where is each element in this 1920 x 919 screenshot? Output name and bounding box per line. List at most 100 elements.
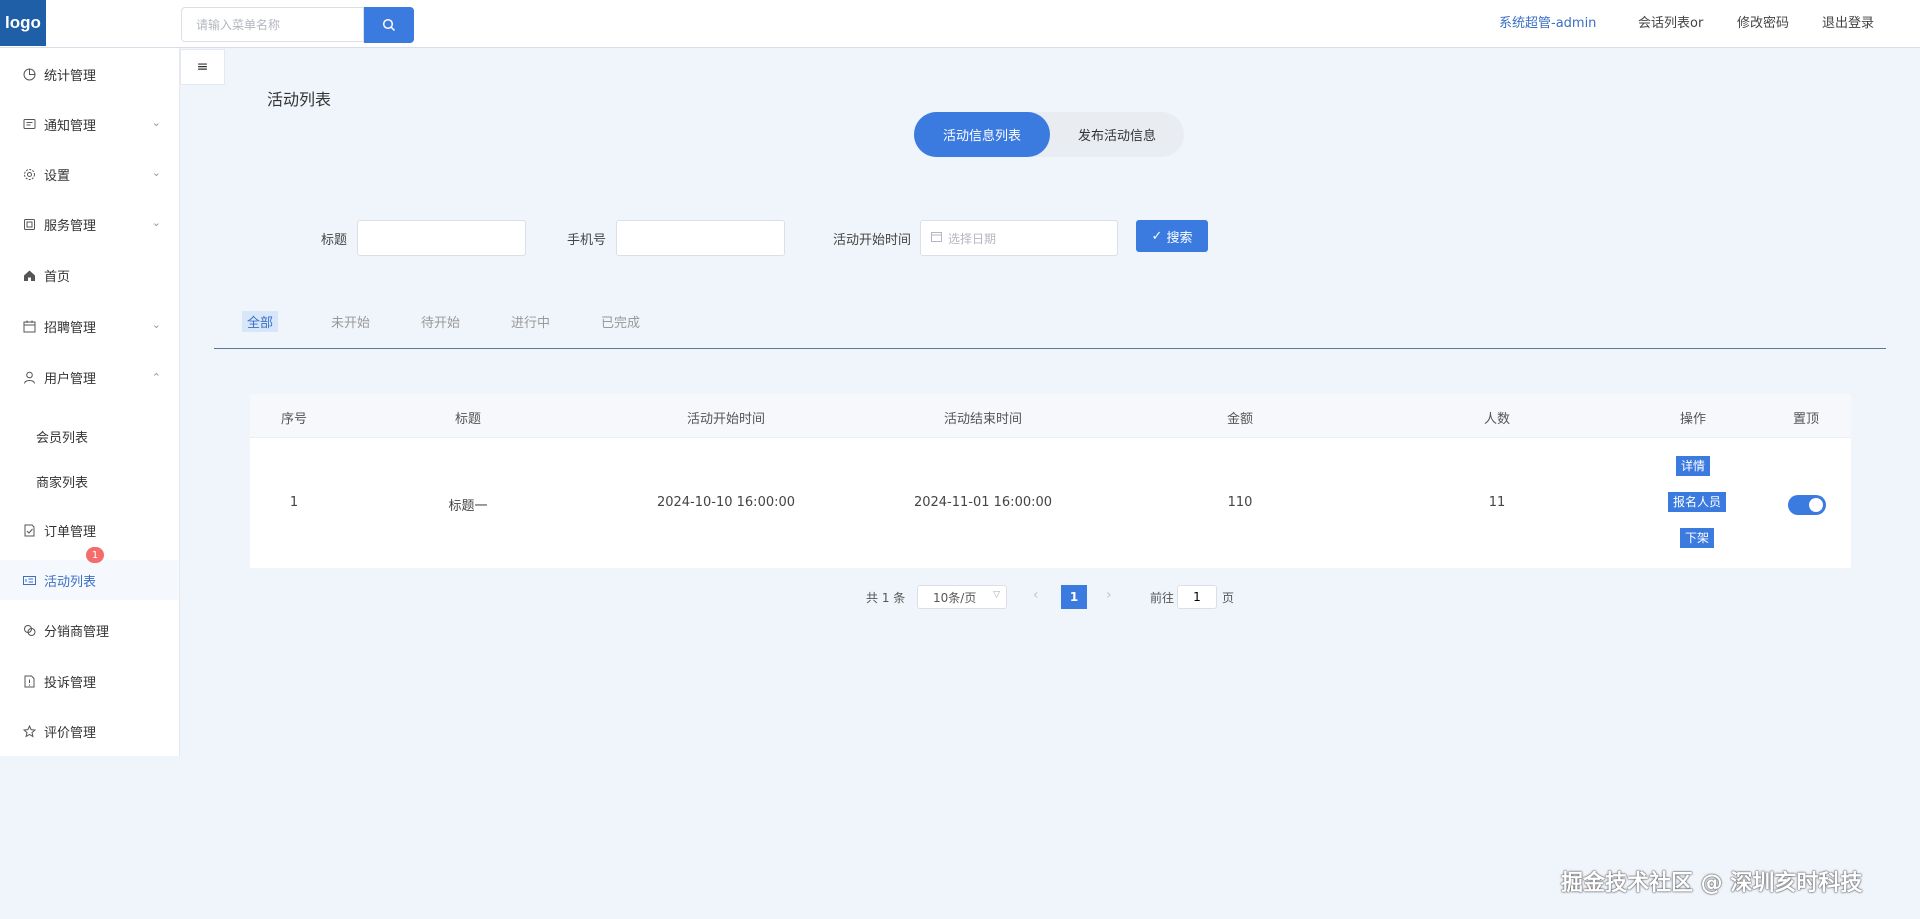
tab-completed[interactable]: 已完成: [601, 312, 640, 331]
goto-page-input[interactable]: [1177, 585, 1217, 609]
activity-icon: [22, 573, 36, 587]
sidebar: 统计管理 通知管理 ⌄ 设置 ⌄ 服务管理 ⌄ 首页 招聘管理 ⌄ 用户管理 ⌃…: [0, 48, 180, 756]
current-page[interactable]: 1: [1061, 585, 1087, 609]
gear-icon: [22, 167, 36, 181]
star-icon: [22, 724, 36, 738]
menu-search-button[interactable]: [364, 7, 414, 43]
phone-filter-label: 手机号: [567, 233, 607, 248]
title-filter-label: 标题: [321, 233, 348, 248]
column-header: 金额: [1226, 412, 1254, 427]
page-unit-label: 页: [1222, 591, 1235, 605]
sidebar-item-complaints[interactable]: 投诉管理: [0, 661, 179, 701]
chevron-down-icon: ⌄: [151, 216, 161, 229]
activity-table: 序号 标题 活动开始时间 活动结束时间 金额 人数 操作 置顶 1 标题一 20…: [250, 394, 1851, 568]
date-placeholder: 选择日期: [948, 231, 997, 246]
title-filter-input[interactable]: [357, 220, 526, 256]
sidebar-item-label: 服务管理: [44, 218, 97, 234]
chat-list-link[interactable]: 会话列表or: [1638, 12, 1703, 31]
search-button-label: 搜索: [1166, 230, 1193, 246]
prev-page-button[interactable]: ‹: [1033, 587, 1039, 603]
sidebar-item-label: 分销商管理: [44, 624, 110, 640]
top-header: logo 系统超管-admin 会话列表or 修改密码 退出登录: [0, 0, 1920, 48]
user-icon: [22, 370, 36, 384]
page-size-select[interactable]: 10条/页 ▽: [917, 585, 1007, 609]
change-password-link[interactable]: 修改密码: [1737, 12, 1789, 31]
sidebar-item-recruitment[interactable]: 招聘管理 ⌄: [0, 306, 179, 346]
watermark: 掘金技术社区 @ 深圳亥时科技: [1561, 871, 1863, 896]
menu-search-input[interactable]: [181, 7, 364, 42]
menu-icon: ≡: [196, 59, 209, 75]
calendar-icon: [22, 319, 36, 333]
sidebar-subitem-members[interactable]: 会员列表: [0, 416, 179, 456]
chevron-down-icon: ⌄: [151, 166, 161, 179]
sidebar-item-label: 通知管理: [44, 118, 97, 134]
cell-title: 标题一: [448, 499, 488, 514]
sidebar-collapse-button[interactable]: ≡: [180, 49, 225, 85]
sidebar-subitem-merchants[interactable]: 商家列表: [0, 461, 179, 501]
sidebar-item-statistics[interactable]: 统计管理: [0, 54, 179, 94]
sidebar-item-label: 设置: [44, 168, 71, 184]
take-down-button[interactable]: 下架: [1679, 528, 1715, 548]
sidebar-item-label: 订单管理: [44, 524, 97, 540]
chevron-down-icon: ▽: [993, 590, 1000, 600]
sidebar-item-label: 商家列表: [36, 475, 89, 491]
chevron-down-icon: ⌄: [151, 318, 161, 331]
tab-all[interactable]: 全部: [242, 311, 279, 332]
start-time-filter-label: 活动开始时间: [833, 233, 912, 248]
chevron-down-icon: ⌄: [151, 116, 161, 129]
tab-in-progress[interactable]: 进行中: [511, 312, 550, 331]
search-button[interactable]: ✓ 搜索: [1136, 220, 1208, 252]
pie-chart-icon: [22, 67, 36, 81]
phone-filter-input[interactable]: [616, 220, 785, 256]
sidebar-item-label: 首页: [44, 269, 71, 285]
sidebar-item-distributors[interactable]: 分销商管理: [0, 610, 179, 650]
calendar-icon: [931, 231, 942, 245]
column-header: 人数: [1483, 412, 1511, 427]
sidebar-item-settings[interactable]: 设置 ⌄: [0, 154, 179, 194]
tab-pending[interactable]: 待开始: [421, 312, 460, 331]
order-icon: [22, 523, 36, 537]
chevron-up-icon: ⌃: [151, 371, 161, 384]
status-tabs: 全部 未开始 待开始 进行中 已完成: [214, 300, 1886, 349]
column-header: 置顶: [1792, 412, 1820, 427]
sidebar-item-services[interactable]: 服务管理 ⌄: [0, 204, 179, 244]
column-header: 标题: [454, 412, 482, 427]
sidebar-item-label: 活动列表: [44, 574, 97, 590]
tab-activity-list[interactable]: 活动信息列表: [914, 112, 1050, 157]
column-header: 活动结束时间: [943, 412, 1023, 427]
distributor-icon: [22, 623, 36, 637]
sidebar-item-notifications[interactable]: 通知管理 ⌄: [0, 104, 179, 144]
start-date-picker[interactable]: 选择日期: [920, 220, 1118, 256]
view-switcher: 活动信息列表 发布活动信息: [914, 112, 1184, 157]
signup-list-button[interactable]: 报名人员: [1667, 492, 1727, 512]
sidebar-item-orders[interactable]: 订单管理: [0, 510, 179, 550]
notification-badge: 1: [86, 547, 104, 563]
sidebar-item-users[interactable]: 用户管理 ⌃: [0, 357, 179, 397]
sidebar-item-label: 用户管理: [44, 371, 97, 387]
pagination-total: 共 1 条: [866, 591, 906, 605]
sidebar-item-label: 会员列表: [36, 430, 89, 446]
sidebar-item-label: 统计管理: [44, 68, 97, 84]
sidebar-item-label: 招聘管理: [44, 320, 97, 336]
logout-link[interactable]: 退出登录: [1822, 12, 1874, 31]
details-button[interactable]: 详情: [1675, 456, 1711, 476]
next-page-button[interactable]: ›: [1106, 587, 1112, 603]
service-icon: [22, 217, 36, 231]
cell-end-time: 2024-11-01 16:00:00: [913, 495, 1053, 510]
tab-not-started[interactable]: 未开始: [331, 312, 370, 331]
home-icon: [22, 268, 36, 282]
sidebar-item-activities[interactable]: 活动列表: [0, 560, 179, 600]
message-icon: [22, 117, 36, 131]
sidebar-item-home[interactable]: 首页: [0, 255, 179, 295]
admin-user-link[interactable]: 系统超管-admin: [1499, 12, 1596, 31]
search-icon: [382, 18, 396, 32]
sidebar-item-label: 评价管理: [44, 725, 97, 741]
sidebar-item-reviews[interactable]: 评价管理: [0, 711, 179, 751]
table-header: 序号 标题 活动开始时间 活动结束时间 金额 人数 操作 置顶: [250, 394, 1851, 438]
cell-people: 11: [1488, 495, 1506, 510]
tab-publish-activity[interactable]: 发布活动信息: [1050, 112, 1184, 157]
column-header: 操作: [1679, 412, 1707, 427]
sidebar-item-label: 投诉管理: [44, 675, 97, 691]
cell-index: 1: [289, 495, 299, 510]
pin-toggle[interactable]: [1788, 495, 1826, 515]
